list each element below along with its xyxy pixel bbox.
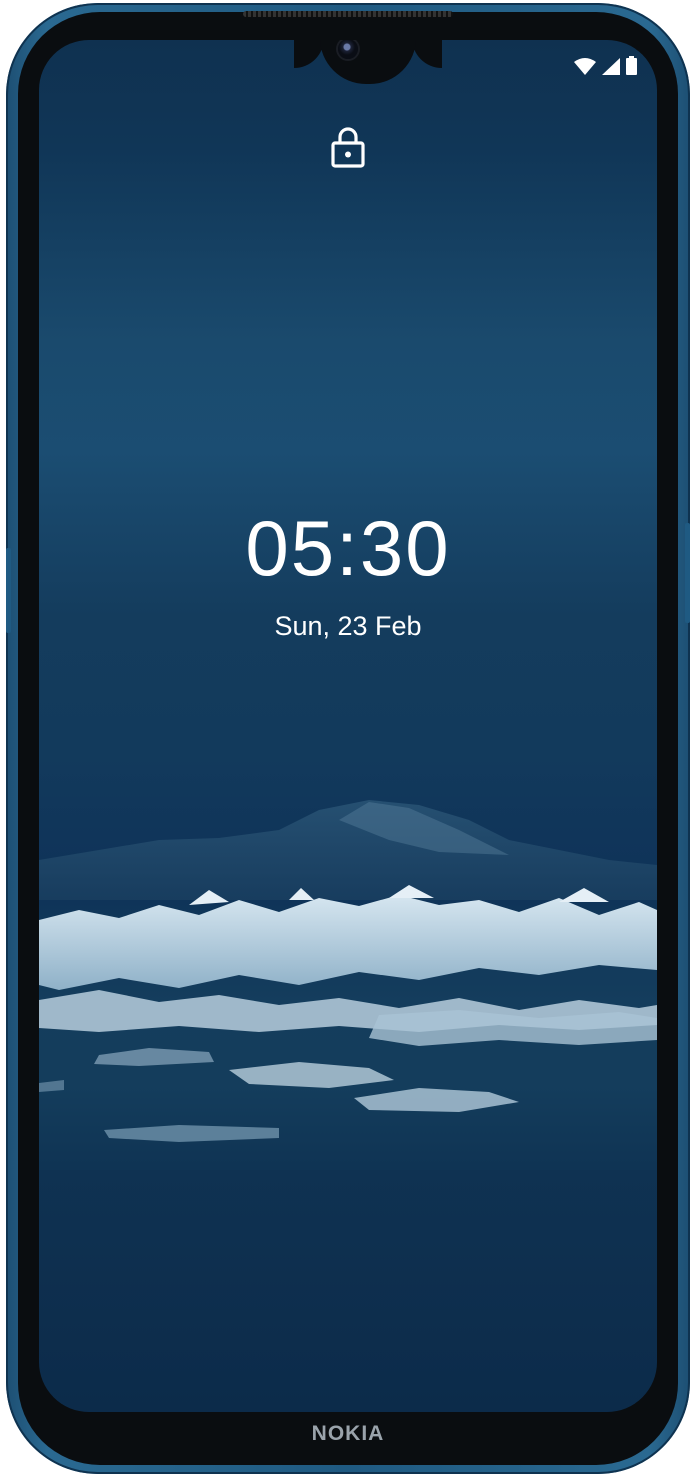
front-camera xyxy=(338,40,358,59)
wifi-icon xyxy=(574,58,596,75)
volume-button xyxy=(685,523,690,623)
battery-icon xyxy=(626,56,637,75)
ice-floes-background xyxy=(39,885,657,1170)
brand-logo: NOKIA xyxy=(311,1422,385,1445)
display-notch xyxy=(320,40,416,84)
side-button xyxy=(6,548,11,633)
lockscreen-date: Sun, 23 Feb xyxy=(274,611,422,641)
notch-curve-right xyxy=(412,40,442,68)
status-bar xyxy=(574,56,637,75)
earpiece-speaker xyxy=(243,11,453,17)
lock-icon[interactable] xyxy=(331,126,365,168)
signal-icon xyxy=(602,58,620,75)
lock-screen[interactable]: 05:30 Sun, 23 Feb xyxy=(39,40,657,1412)
lockscreen-clock: 05:30 xyxy=(245,504,451,592)
